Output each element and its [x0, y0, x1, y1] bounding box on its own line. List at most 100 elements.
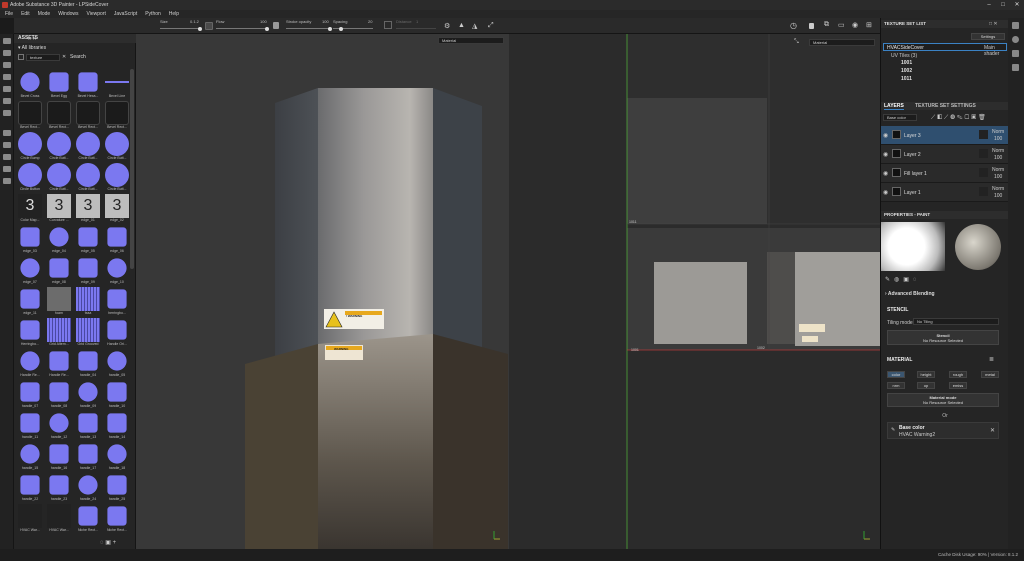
size-slider[interactable]: [160, 26, 202, 31]
tab-texture-set-settings[interactable]: TEXTURE SET SETTINGS: [915, 103, 976, 109]
asset-item[interactable]: handle_14: [103, 410, 131, 442]
lazy-mouse-icon[interactable]: [384, 21, 392, 29]
asset-item[interactable]: 3 Color Map...: [16, 193, 44, 225]
layer-row[interactable]: ◉ Layer 3 Norm 100: [881, 126, 1009, 145]
asset-item[interactable]: handle_09: [74, 379, 102, 411]
layer-mask-slot[interactable]: [979, 149, 988, 158]
render-icon[interactable]: ⊞: [866, 21, 872, 29]
asset-item[interactable]: 3 edge_01: [74, 193, 102, 225]
shader-select[interactable]: Main shader: [984, 45, 1006, 57]
asset-item[interactable]: handle_04: [74, 348, 102, 380]
layer-opacity[interactable]: 100: [994, 174, 1002, 180]
asset-item[interactable]: Circle Butt...: [45, 131, 73, 163]
texture-set-icon[interactable]: [1012, 22, 1019, 29]
tile-1011[interactable]: 1011: [901, 76, 912, 82]
split-view-icon[interactable]: [809, 23, 814, 29]
menu-python[interactable]: Python: [145, 10, 161, 18]
viewport-2d-material-select[interactable]: Material: [809, 39, 875, 46]
viewport-2d[interactable]: 1011 1001 1002 ⤡ Material: [509, 34, 880, 549]
layer-name[interactable]: Fill layer 1: [904, 171, 927, 177]
fit-view-icon[interactable]: ⤡: [794, 39, 799, 46]
asset-item[interactable]: handle_08: [45, 379, 73, 411]
tab-layers[interactable]: LAYERS: [884, 103, 904, 110]
menu-file[interactable]: File: [5, 10, 13, 18]
asset-item[interactable]: Circle Butt...: [74, 131, 102, 163]
asset-item[interactable]: handle_23: [45, 472, 73, 504]
asset-item[interactable]: handle_25: [103, 472, 131, 504]
asset-item[interactable]: Bevel Rect...: [103, 100, 131, 132]
asset-item[interactable]: HVAC War...: [16, 503, 44, 535]
asset-item[interactable]: 3 Curvature ...: [45, 193, 73, 225]
eye-icon[interactable]: ◉: [883, 132, 888, 139]
viewport-3d-material-select[interactable]: Material: [438, 37, 504, 44]
menu-javascript[interactable]: JavaScript: [114, 10, 137, 18]
eye-icon[interactable]: ◉: [883, 189, 888, 196]
spacing-value[interactable]: 20: [368, 19, 372, 24]
asset-item[interactable]: Circle Butt...: [103, 131, 131, 163]
asset-item[interactable]: Bevel Cross: [16, 69, 44, 101]
asset-item[interactable]: HVAC War...: [45, 503, 73, 535]
asset-item[interactable]: handle_11: [16, 410, 44, 442]
asset-item[interactable]: 3 edge_02: [103, 193, 131, 225]
polygon-fill-icon[interactable]: [3, 74, 11, 80]
asset-item[interactable]: Circle Bump: [16, 131, 44, 163]
channel-emiss[interactable]: emiss: [949, 382, 967, 389]
property-tabs-icons[interactable]: ✎◍▣◌: [885, 276, 921, 283]
layer-name[interactable]: Layer 1: [904, 190, 921, 196]
menu-edit[interactable]: Edit: [21, 10, 30, 18]
asset-item[interactable]: Herringbo...: [16, 317, 44, 349]
channel-select[interactable]: Base color: [883, 114, 917, 121]
base-color-slot[interactable]: ✎ Base color HVAC Warning2 ✕: [887, 422, 999, 439]
layer-blend-mode[interactable]: Norm: [992, 167, 1004, 173]
settings-button[interactable]: Settings: [971, 33, 1005, 40]
close-button[interactable]: ✕: [1010, 0, 1024, 10]
asset-item[interactable]: foam: [45, 286, 73, 318]
shader-settings-icon[interactable]: [1012, 50, 1019, 57]
layer-row[interactable]: ◉ Fill layer 1 Norm 100: [881, 164, 1009, 183]
layer-blend-mode[interactable]: Norm: [992, 129, 1004, 135]
asset-item[interactable]: edge_05: [74, 224, 102, 256]
clone-tool-icon[interactable]: [3, 98, 11, 104]
maximize-button[interactable]: □: [996, 0, 1010, 10]
channel-color[interactable]: color: [887, 371, 905, 378]
asset-item[interactable]: Niche Rect...: [103, 503, 131, 535]
asset-item[interactable]: handle_07: [16, 379, 44, 411]
menu-mode[interactable]: Mode: [38, 10, 51, 18]
channel-metal[interactable]: metal: [981, 371, 999, 378]
camera-icon[interactable]: ◉: [852, 21, 858, 29]
camera-icon[interactable]: [3, 142, 11, 148]
asset-item[interactable]: Grid Altern...: [45, 317, 73, 349]
channel-height[interactable]: height: [917, 371, 935, 378]
asset-item[interactable]: handle_22: [16, 472, 44, 504]
tile-1002[interactable]: 1002: [901, 68, 912, 74]
eraser-tool-icon[interactable]: [3, 50, 11, 56]
asset-item[interactable]: Bevel Line: [103, 69, 131, 101]
channel-rough[interactable]: rough: [949, 371, 967, 378]
asset-item[interactable]: Handle Ori...: [103, 317, 131, 349]
asset-bottom-icons[interactable]: ◌ ▣ +: [100, 539, 116, 546]
layer-mask-slot[interactable]: [979, 168, 988, 177]
paint-tool-icon[interactable]: [3, 38, 11, 44]
asset-item[interactable]: Bevel Egg: [45, 69, 73, 101]
asset-item[interactable]: handle_05: [103, 348, 131, 380]
library-select[interactable]: All libraries: [22, 45, 46, 51]
mirror-icon[interactable]: ◮: [472, 22, 477, 30]
symmetry-icon[interactable]: ⚙: [444, 22, 450, 30]
log-icon[interactable]: [1012, 64, 1019, 71]
asset-item[interactable]: handle_12: [45, 410, 73, 442]
eye-icon[interactable]: ◉: [883, 151, 888, 158]
asset-item[interactable]: Bevel Rect...: [16, 100, 44, 132]
viewport-3d[interactable]: ! WARNING WARNING Material: [136, 34, 509, 549]
stroke-opacity-value[interactable]: 100: [322, 19, 329, 24]
export-icon[interactable]: [3, 166, 11, 172]
asset-item[interactable]: Circle Button: [16, 162, 44, 194]
asset-item[interactable]: handle_17: [74, 441, 102, 473]
asset-item[interactable]: herringbo...: [103, 286, 131, 318]
layer-opacity[interactable]: 100: [994, 136, 1002, 142]
line-icon[interactable]: ▲: [458, 22, 465, 29]
asset-item[interactable]: edge_11: [16, 286, 44, 318]
menu-viewport[interactable]: Viewport: [87, 10, 106, 18]
layer-tools-icons[interactable]: ⟋◧⟋◍✎▢▣🗑: [931, 114, 988, 122]
pressure-icon[interactable]: [205, 22, 213, 30]
layer-row[interactable]: ◉ Layer 2 Norm 100: [881, 145, 1009, 164]
